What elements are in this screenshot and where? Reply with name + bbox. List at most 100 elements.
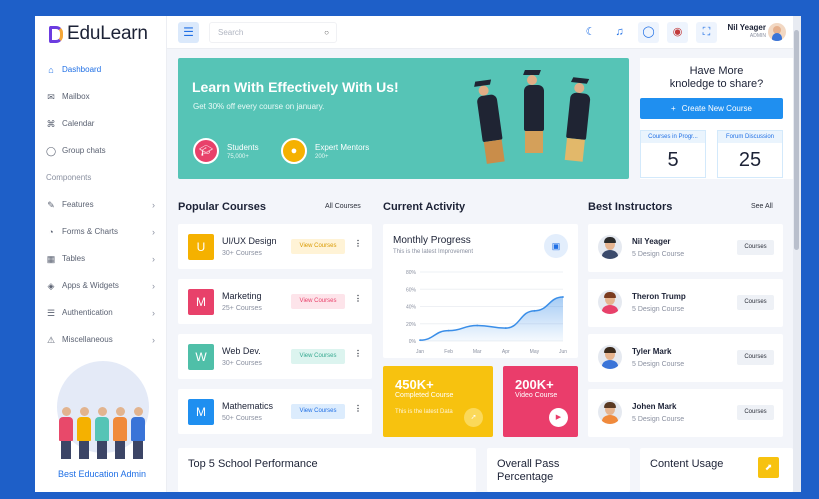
sidebar-item-label: Calendar	[62, 119, 95, 128]
sidebar-item-apps-widgets[interactable]: ◈ Apps & Widgets ›	[35, 272, 167, 299]
sidebar-item-calendar[interactable]: ⌘ Calendar	[35, 110, 167, 137]
instructor-name: Tyler Mark	[632, 347, 672, 356]
sidebar-item-label: Tables	[62, 254, 86, 263]
course-item[interactable]: U UI/UX Design 30+ Courses View Courses …	[178, 224, 372, 269]
chevron-right-icon: ›	[152, 307, 155, 318]
chat-bubble-icon[interactable]: ◯	[638, 22, 659, 43]
expand-icon[interactable]: ⬈	[758, 457, 779, 478]
instructor-courses: 5 Design Course	[632, 306, 685, 313]
alert-triangle-icon: ⚠	[46, 334, 56, 345]
sidebar-item-label: Features	[62, 200, 94, 209]
monthly-progress-card: Monthly Progress This is the latest Impr…	[383, 224, 578, 358]
avatar[interactable]	[768, 23, 786, 41]
sidebar-nav: ⌂ Dashboard ✉ Mailbox ⌘ Calendar ◯ Group…	[35, 56, 167, 353]
sidebar-item-label: Forms & Charts	[62, 227, 119, 236]
view-courses-button[interactable]: View Courses	[291, 239, 345, 254]
instructor-item[interactable]: Tyler Mark 5 Design Course Courses	[588, 334, 783, 382]
popular-courses-title: Popular Courses	[178, 201, 267, 213]
completed-course-card: 450K+ Completed Course This is the lates…	[383, 366, 493, 437]
card-title-line: Percentage	[497, 471, 554, 483]
data-point	[562, 296, 564, 298]
sidebar-item-miscellaneous[interactable]: ⚠ Miscellaneous ›	[35, 326, 167, 353]
forum-discussion-card[interactable]: Forum Discussion 25	[717, 130, 783, 178]
x-tick-label: Jun	[559, 349, 567, 355]
course-count: 30+ Courses	[222, 360, 262, 367]
courses-button[interactable]: Courses	[737, 240, 774, 255]
search-icon[interactable]: ○	[324, 28, 329, 37]
sidebar-item-forms-charts[interactable]: ◔ Forms & Charts ›	[35, 218, 167, 245]
more-vertical-icon[interactable]: ⋮	[354, 404, 362, 413]
sidebar-item-dashboard[interactable]: ⌂ Dashboard	[35, 56, 167, 83]
chevron-right-icon: ›	[152, 253, 155, 264]
view-courses-button[interactable]: View Courses	[291, 349, 345, 364]
panel-title-line: Have More	[689, 65, 744, 77]
student-figure	[77, 407, 91, 459]
search-input[interactable]	[210, 28, 310, 37]
scrollbar-thumb[interactable]	[794, 30, 799, 250]
sidebar-item-label: Dashboard	[62, 65, 102, 74]
course-item[interactable]: M Marketing 25+ Courses View Courses ⋮	[178, 279, 372, 324]
stat-value: 200K+	[515, 377, 554, 392]
logo[interactable]: EduLearn	[49, 23, 148, 45]
sidebar-section-title: Components	[46, 173, 92, 182]
more-vertical-icon[interactable]: ⋮	[354, 294, 362, 303]
courses-in-progress-card[interactable]: Courses in Progr... 5	[640, 130, 706, 178]
card-value: 5	[667, 149, 679, 171]
instructor-item[interactable]: Theron Trump 5 Design Course Courses	[588, 279, 783, 327]
create-course-button[interactable]: + Create New Course	[640, 98, 783, 119]
data-point	[447, 329, 450, 332]
hero-banner: Learn With Effectively With Us! Get 30% …	[178, 58, 629, 179]
data-point	[504, 327, 507, 329]
current-activity-title: Current Activity	[383, 201, 466, 213]
fullscreen-icon[interactable]: ⛶	[696, 22, 717, 43]
sidebar-item-features[interactable]: ✎ Features ›	[35, 191, 167, 218]
course-item[interactable]: M Mathematics 50+ Courses View Courses ⋮	[178, 389, 372, 434]
mentors-stat: ● Expert Mentors 200+	[281, 138, 369, 164]
courses-button[interactable]: Courses	[737, 295, 774, 310]
top-header: ☰ ○ ☾ ♫ ◯ ◉ ⛶ Nil Yeager ADMIN ⚙	[167, 16, 793, 49]
calendar-icon[interactable]: ▣	[544, 234, 568, 258]
view-courses-button[interactable]: View Courses	[291, 294, 345, 309]
course-name: UI/UX Design	[222, 236, 277, 246]
instructor-item[interactable]: Johen Mark 5 Design Course Courses	[588, 389, 783, 437]
moon-icon[interactable]: ☾	[580, 22, 601, 43]
data-point	[419, 339, 421, 342]
graduation-cap-icon: 🎓︎	[193, 138, 219, 164]
x-tick-label: Feb	[444, 349, 453, 355]
pie-chart-icon: ◔	[48, 226, 54, 237]
course-count: 50+ Courses	[222, 415, 262, 422]
more-vertical-icon[interactable]: ⋮	[354, 349, 362, 358]
sidebar-item-label: Authentication	[62, 308, 113, 317]
user-icon: ●	[281, 138, 307, 164]
see-all-link[interactable]: See All	[751, 203, 773, 210]
student-figure	[95, 407, 109, 459]
menu-toggle-button[interactable]: ☰	[178, 22, 199, 43]
all-courses-link[interactable]: All Courses	[325, 203, 361, 210]
card-title: Content Usage	[650, 458, 724, 470]
user-info[interactable]: Nil Yeager ADMIN	[722, 23, 766, 39]
card-title-line: Overall Pass	[497, 458, 560, 470]
course-badge: W	[188, 344, 214, 370]
view-courses-button[interactable]: View Courses	[291, 404, 345, 419]
courses-button[interactable]: Courses	[737, 350, 774, 365]
avatar	[598, 235, 622, 259]
instructor-item[interactable]: Nil Yeager 5 Design Course Courses	[588, 224, 783, 272]
sidebar-item-group-chats[interactable]: ◯ Group chats	[35, 137, 167, 164]
database-icon: ☰	[46, 307, 56, 318]
sidebar-item-tables[interactable]: ▦ Tables ›	[35, 245, 167, 272]
stat-value: 450K+	[395, 377, 434, 392]
course-item[interactable]: W Web Dev. 30+ Courses View Courses ⋮	[178, 334, 372, 379]
instructor-name: Theron Trump	[632, 292, 686, 301]
sidebar-item-mailbox[interactable]: ✉ Mailbox	[35, 83, 167, 110]
sidebar-item-authentication[interactable]: ☰ Authentication ›	[35, 299, 167, 326]
arrow-right-icon[interactable]: ➚	[464, 408, 483, 427]
x-tick-label: May	[530, 349, 540, 355]
promo-text: Best Education Admin	[57, 469, 147, 479]
flag-icon[interactable]: ◉	[667, 22, 688, 43]
play-icon[interactable]: ▶	[549, 408, 568, 427]
edit-icon: ✎	[47, 199, 55, 210]
promo-card: Best Education Admin	[49, 361, 155, 479]
bell-icon[interactable]: ♫	[609, 22, 630, 43]
courses-button[interactable]: Courses	[737, 405, 774, 420]
more-vertical-icon[interactable]: ⋮	[354, 239, 362, 248]
